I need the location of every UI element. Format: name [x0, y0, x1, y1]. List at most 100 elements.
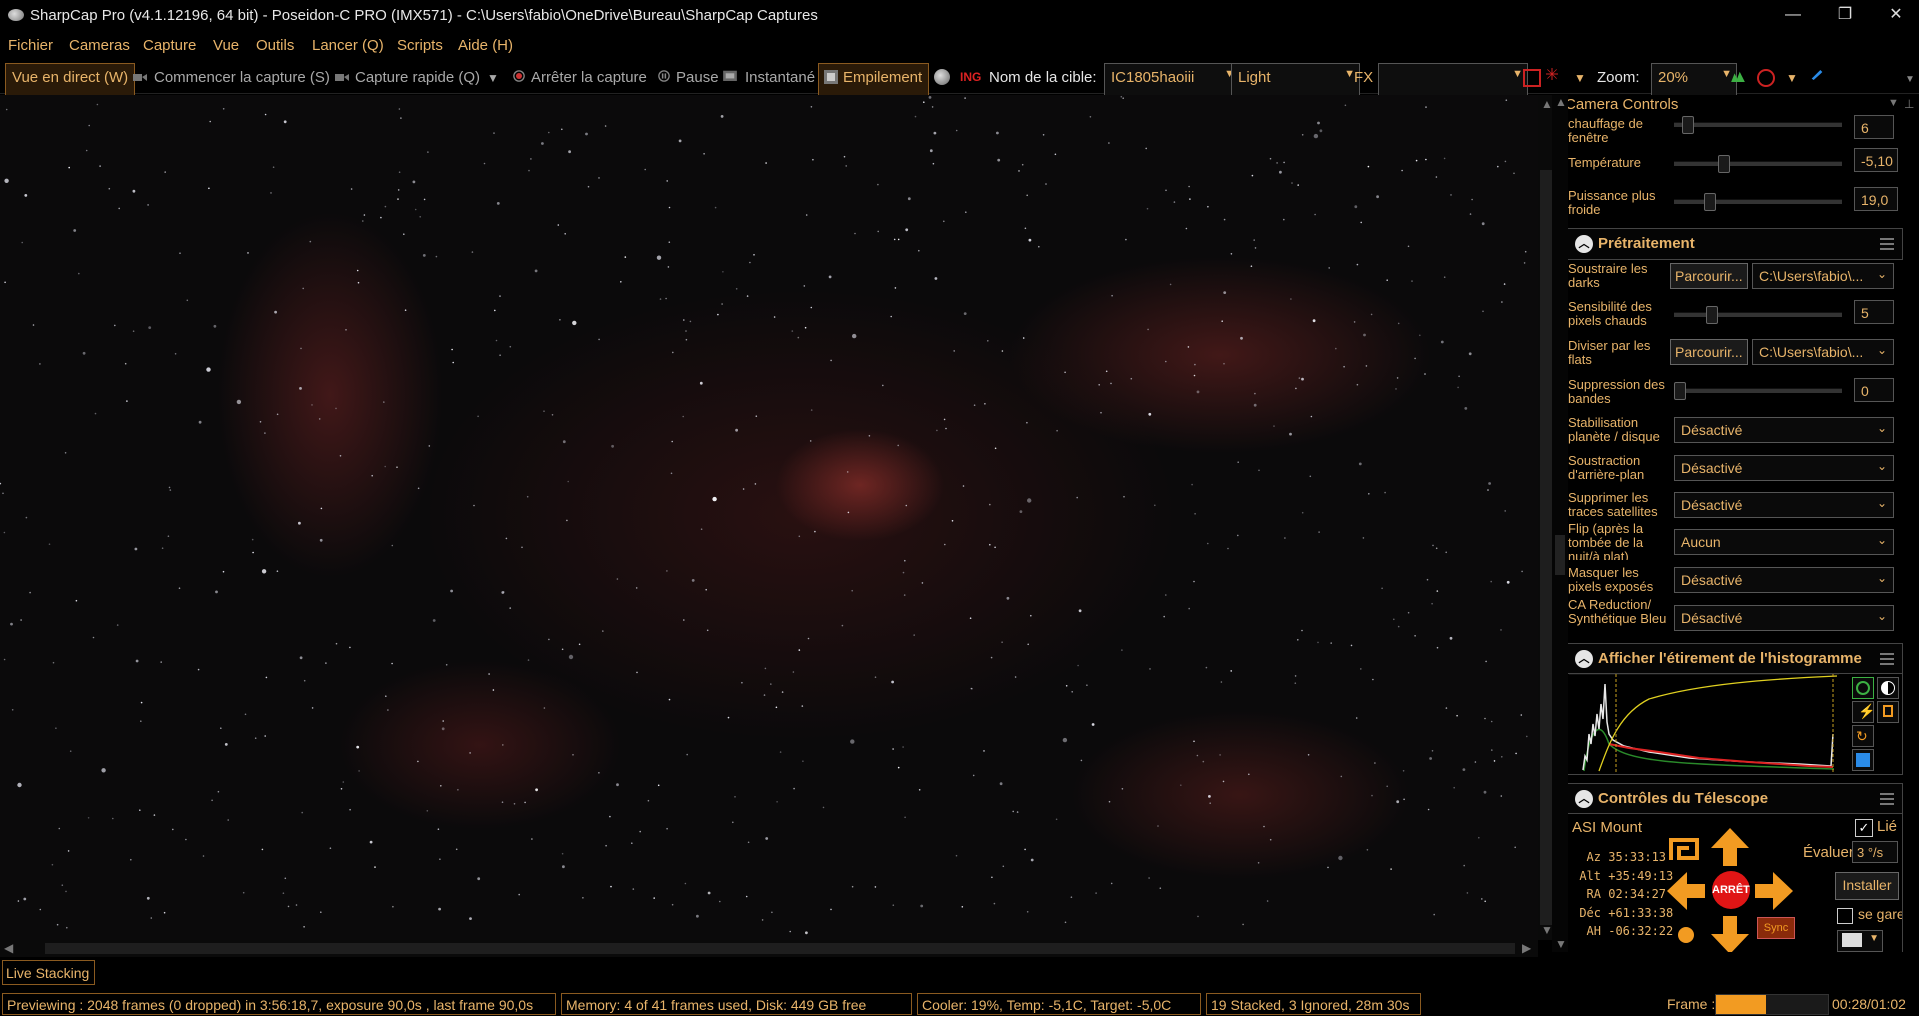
- menu-file[interactable]: Fichier: [8, 37, 53, 54]
- background-subtraction-dropdown[interactable]: Désactivé ⌄: [1674, 455, 1894, 481]
- image-viewport[interactable]: [0, 95, 1538, 940]
- ca-reduction-dropdown[interactable]: Désactivé ⌄: [1674, 605, 1894, 631]
- goto-button[interactable]: [1665, 830, 1707, 872]
- panel-vertical-scrollbar[interactable]: ▲ ▼: [1552, 95, 1568, 952]
- cooler-power-slider[interactable]: [1674, 193, 1842, 211]
- histogram-mini-icon[interactable]: [1731, 70, 1745, 82]
- window-heater-value[interactable]: 6: [1854, 115, 1894, 139]
- scroll-thumb[interactable]: [45, 943, 1515, 954]
- south-button[interactable]: [1709, 914, 1751, 952]
- temperature-slider[interactable]: [1674, 155, 1842, 173]
- mask-exposed-pixels-dropdown[interactable]: Désactivé ⌄: [1674, 567, 1894, 593]
- target-name-combo[interactable]: IC1805haoiii ▼: [1104, 63, 1240, 97]
- viewport-horizontal-scrollbar[interactable]: ◀ ▶: [0, 940, 1538, 957]
- snapshot-button[interactable]: Instantané: [745, 69, 815, 86]
- slider-knob[interactable]: [1718, 155, 1731, 173]
- lock-button[interactable]: [1877, 701, 1899, 723]
- install-button[interactable]: Installer: [1835, 872, 1899, 900]
- notification-icon[interactable]: ING: [960, 70, 981, 84]
- scroll-thumb[interactable]: [1555, 535, 1565, 575]
- frame-type-combo[interactable]: Light ▼: [1231, 63, 1360, 97]
- menu-help[interactable]: Aide (H): [458, 37, 513, 54]
- park-checkbox[interactable]: [1837, 908, 1853, 924]
- telescope-header[interactable]: ︿ Contrôles du Télescope: [1566, 783, 1903, 815]
- hot-pixels-slider[interactable]: [1674, 306, 1842, 324]
- banding-value[interactable]: 0: [1854, 378, 1894, 402]
- menu-icon[interactable]: [1880, 238, 1894, 253]
- menu-launch[interactable]: Lancer (Q): [312, 37, 384, 54]
- planet-icon[interactable]: [934, 69, 950, 85]
- stacking-button[interactable]: Empilement: [818, 63, 930, 97]
- boost-button[interactable]: ⚡: [1852, 701, 1875, 723]
- stabilisation-dropdown[interactable]: Désactivé ⌄: [1674, 417, 1894, 443]
- chevron-down-icon[interactable]: ▼: [1786, 71, 1798, 85]
- scroll-up-icon[interactable]: ▲: [1555, 95, 1567, 109]
- fx-combo[interactable]: ▼: [1378, 63, 1528, 97]
- browse-flats-button[interactable]: Parcourir...: [1670, 339, 1748, 365]
- temperature-value[interactable]: -5,10: [1854, 148, 1898, 172]
- live-view-button[interactable]: Vue en direct (W): [5, 63, 136, 97]
- chevron-down-icon[interactable]: ▼: [1574, 71, 1586, 85]
- flip-dropdown[interactable]: Aucun ⌄: [1674, 529, 1894, 555]
- toolbar-overflow-icon[interactable]: ▼: [1905, 74, 1915, 85]
- start-capture-button[interactable]: Commencer la capture (S): [154, 69, 330, 86]
- cooler-power-value[interactable]: 19,0: [1854, 187, 1898, 211]
- timer-icon[interactable]: [1757, 69, 1775, 87]
- north-button[interactable]: [1709, 826, 1751, 868]
- contrast-button[interactable]: [1877, 677, 1899, 699]
- hot-pixels-value[interactable]: 5: [1854, 300, 1894, 324]
- restore-button[interactable]: ❐: [1822, 0, 1868, 30]
- menu-icon[interactable]: [1880, 793, 1894, 808]
- window-heater-slider[interactable]: [1674, 116, 1842, 134]
- live-stacking-tab[interactable]: Live Stacking: [2, 960, 95, 985]
- close-button[interactable]: ✕: [1873, 0, 1919, 30]
- scroll-thumb[interactable]: [1540, 170, 1552, 925]
- histogram-chart[interactable]: [1569, 674, 1839, 772]
- linked-checkbox[interactable]: ✓: [1855, 819, 1873, 837]
- minimize-button[interactable]: —: [1770, 0, 1816, 30]
- slider-knob[interactable]: [1674, 382, 1686, 400]
- histogram-header[interactable]: ︿ Afficher l'étirement de l'histogramme: [1566, 643, 1903, 675]
- menu-tools[interactable]: Outils: [256, 37, 294, 54]
- scroll-right-icon[interactable]: ▶: [1522, 941, 1531, 955]
- zoom-combo[interactable]: 20% ▼: [1651, 63, 1737, 97]
- banding-slider[interactable]: [1674, 382, 1842, 400]
- roi-icon[interactable]: [1523, 69, 1541, 87]
- quick-capture-button[interactable]: Capture rapide (Q): [355, 69, 480, 86]
- menu-icon[interactable]: [1880, 653, 1894, 668]
- crosshair-icon[interactable]: [1545, 68, 1559, 80]
- stop-button[interactable]: ARRÊTE: [1712, 871, 1750, 909]
- chevron-down-icon[interactable]: ▼: [1888, 97, 1899, 109]
- rate-combo[interactable]: 3 °/s: [1852, 841, 1898, 863]
- pin-icon[interactable]: ⊥: [1904, 97, 1914, 111]
- east-button[interactable]: [1753, 870, 1795, 912]
- save-button[interactable]: [1852, 749, 1874, 771]
- quick-capture-dropdown-icon[interactable]: ▼: [487, 71, 499, 85]
- slider-knob[interactable]: [1704, 193, 1717, 211]
- menu-scripts[interactable]: Scripts: [397, 37, 443, 54]
- satellite-trails-dropdown[interactable]: Désactivé ⌄: [1674, 492, 1894, 518]
- menu-capture[interactable]: Capture: [143, 37, 196, 54]
- collapse-icon[interactable]: ︿: [1575, 235, 1593, 253]
- browse-darks-button[interactable]: Parcourir...: [1670, 263, 1748, 289]
- track-button[interactable]: [1665, 914, 1707, 952]
- tools-icon[interactable]: [1810, 68, 1824, 80]
- slider-knob[interactable]: [1681, 116, 1694, 134]
- menu-cameras[interactable]: Cameras: [69, 37, 130, 54]
- reset-button[interactable]: ↻: [1852, 725, 1874, 747]
- slider-knob[interactable]: [1705, 306, 1718, 324]
- menu-view[interactable]: Vue: [213, 37, 239, 54]
- extra-combo[interactable]: ▼: [1837, 930, 1883, 952]
- flats-path-combo[interactable]: C:\Users\fabio\... ⌄: [1752, 339, 1894, 365]
- collapse-icon[interactable]: ︿: [1575, 790, 1593, 808]
- auto-stretch-button[interactable]: [1852, 677, 1874, 699]
- scroll-left-icon[interactable]: ◀: [4, 941, 13, 955]
- collapse-icon[interactable]: ︿: [1575, 650, 1593, 668]
- preprocessing-header[interactable]: ︿ Prétraitement: [1566, 228, 1903, 260]
- scroll-down-icon[interactable]: ▼: [1555, 937, 1567, 951]
- pause-button[interactable]: Pause: [676, 69, 719, 86]
- darks-path-combo[interactable]: C:\Users\fabio\... ⌄: [1752, 263, 1894, 289]
- west-button[interactable]: [1665, 870, 1707, 912]
- sync-button[interactable]: Sync: [1757, 917, 1795, 939]
- stop-capture-button[interactable]: Arrêter la capture: [531, 69, 647, 86]
